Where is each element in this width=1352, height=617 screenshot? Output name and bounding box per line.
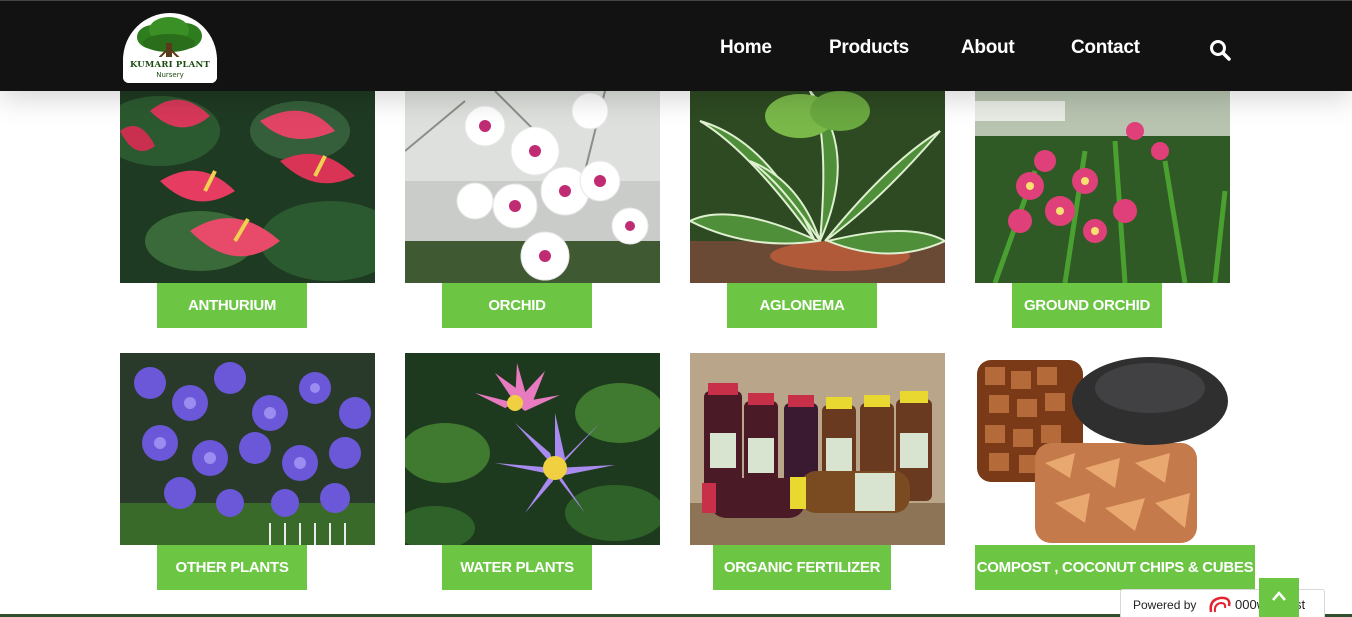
logo-subtitle: Nursery xyxy=(156,71,184,79)
logo-name: KUMARI PLANT xyxy=(130,60,210,70)
product-button-aglonema[interactable]: AGLONEMA xyxy=(727,283,877,328)
nav-about[interactable]: About xyxy=(961,37,1015,59)
host-swirl-icon xyxy=(1209,596,1231,613)
product-image-organic-fertilizer[interactable] xyxy=(690,353,945,545)
product-button-water-plants[interactable]: WATER PLANTS xyxy=(442,545,592,590)
back-to-top-button[interactable] xyxy=(1259,578,1299,617)
product-button-compost[interactable]: COMPOST , COCONUT CHIPS & CUBES xyxy=(975,545,1255,590)
search-icon[interactable] xyxy=(1209,39,1231,61)
product-image-ground-orchid[interactable] xyxy=(975,91,1230,283)
product-image-water-plants[interactable] xyxy=(405,353,660,545)
product-button-orchid[interactable]: ORCHID xyxy=(442,283,592,328)
chevron-up-icon xyxy=(1272,591,1286,601)
powered-by-text: Powered by xyxy=(1133,598,1197,612)
product-button-organic-fertilizer[interactable]: ORGANIC FERTILIZER xyxy=(713,545,891,590)
product-image-orchid[interactable] xyxy=(405,91,660,283)
product-image-other-plants[interactable] xyxy=(120,353,375,545)
header-navbar: KUMARI PLANT Nursery Home Products About… xyxy=(0,0,1352,91)
product-image-aglonema[interactable] xyxy=(690,91,945,283)
product-image-anthurium[interactable] xyxy=(120,91,375,283)
page: KUMARI PLANT Nursery Home Products About… xyxy=(0,0,1352,617)
product-button-anthurium[interactable]: ANTHURIUM xyxy=(157,283,307,328)
nav-contact[interactable]: Contact xyxy=(1071,37,1140,59)
site-logo[interactable]: KUMARI PLANT Nursery xyxy=(123,13,217,83)
nav-home[interactable]: Home xyxy=(720,37,772,59)
product-image-compost[interactable] xyxy=(975,353,1230,545)
product-button-other-plants[interactable]: OTHER PLANTS xyxy=(157,545,307,590)
product-button-ground-orchid[interactable]: GROUND ORCHID xyxy=(1012,283,1162,328)
nav-products[interactable]: Products xyxy=(829,37,909,59)
